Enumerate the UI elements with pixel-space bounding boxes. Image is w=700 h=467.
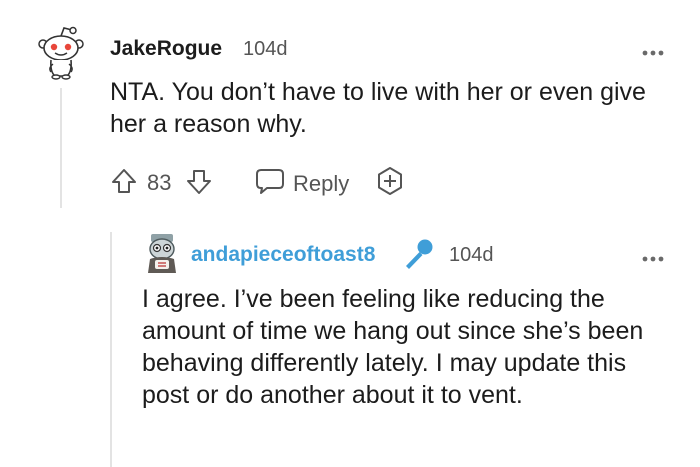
- reply-body: I agree. I’ve been feeling like reducing…: [142, 285, 644, 409]
- thread-line-main[interactable]: [60, 88, 62, 208]
- microphone-icon: [400, 236, 436, 277]
- user-avatar-icon[interactable]: [142, 233, 182, 275]
- speech-bubble-icon: [255, 167, 285, 201]
- vote-count: 83: [147, 170, 172, 195]
- comment-username[interactable]: JakeRogue: [110, 37, 222, 61]
- comment-body: NTA. You don’t have to live with her or …: [110, 78, 646, 138]
- snoo-avatar-icon[interactable]: [36, 26, 86, 80]
- more-options-icon[interactable]: [642, 44, 664, 62]
- comment-age: 104d: [243, 38, 288, 60]
- reply-more-options-icon[interactable]: [642, 250, 664, 268]
- reply-label: Reply: [293, 171, 350, 196]
- thread-line-reply[interactable]: [110, 232, 112, 467]
- reply-age: 104d: [449, 244, 494, 266]
- award-plus-icon[interactable]: [375, 166, 405, 201]
- reply-username[interactable]: andapieceoftoast8: [191, 243, 375, 267]
- downvote-arrow-icon[interactable]: [185, 168, 213, 201]
- upvote-arrow-icon[interactable]: [110, 167, 138, 200]
- reply-button[interactable]: Reply: [255, 167, 349, 201]
